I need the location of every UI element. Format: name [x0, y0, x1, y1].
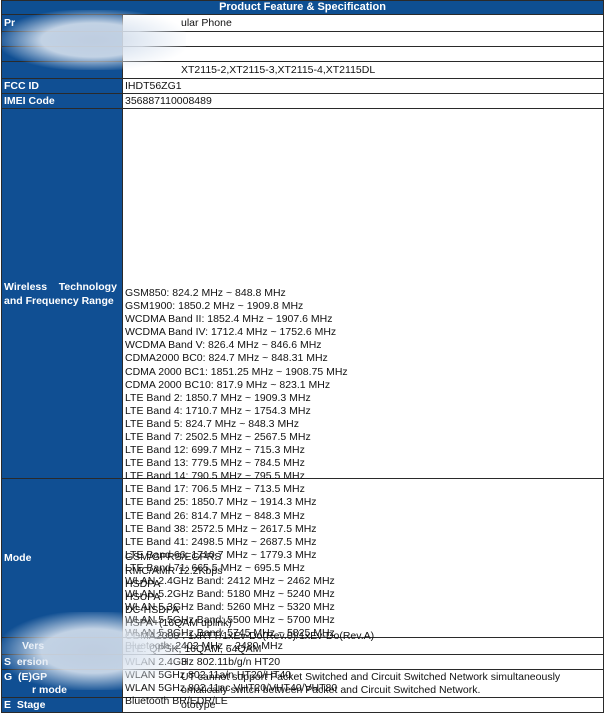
row-imei: IMEI Code 356887110008489 — [1, 93, 604, 109]
value-gprs-line1: UT cannot support Packet Switched and Ci… — [181, 670, 561, 683]
value-gprs-class: UT cannot support Packet Switched and Ci… — [122, 669, 604, 698]
table-title: Product Feature & Specification — [1, 0, 604, 15]
row-model — [1, 46, 604, 62]
wireless-line: LTE Band 4: 1710.7 MHz ~ 1754.3 MHz — [125, 404, 311, 417]
label-product: Pr — [1, 14, 123, 32]
label-model — [1, 46, 123, 62]
label-gprs-line1: G (E)GP — [4, 670, 48, 683]
wireless-line: GSM850: 824.2 MHz ~ 848.8 MHz — [125, 286, 286, 299]
wireless-line: CDMA 2000 BC1: 1851.25 MHz ~ 1908.75 MHz — [125, 365, 348, 378]
table-header-row: Product Feature & Specification — [1, 0, 604, 15]
row-product: Pr ular Phone — [1, 14, 604, 32]
spec-sheet: Product Feature & Specification Pr ular … — [1, 0, 604, 713]
mode-line: RMC/AMR 12.2Kbps — [125, 564, 223, 577]
label-extended-model — [1, 61, 123, 79]
label-gprs-line2: r mode — [32, 683, 68, 696]
row-brand — [1, 31, 604, 47]
wireless-line: LTE Band 5: 824.7 MHz ~ 848.3 MHz — [125, 417, 300, 430]
row-fcc-id: FCC ID IHDT56ZG1 — [1, 78, 604, 94]
wireless-line: GSM1900: 1850.2 MHz ~ 1909.8 MHz — [125, 300, 304, 313]
wireless-line: LTE Band 7: 2502.5 MHz ~ 2567.5 MHz — [125, 430, 311, 443]
label-imei: IMEI Code — [1, 93, 123, 109]
value-wireless: GSM850: 824.2 MHz ~ 848.8 MHz GSM1900: 18… — [122, 108, 604, 652]
spec-table: Product Feature & Specification Pr ular … — [1, 0, 604, 713]
value-extended-model: XT2115-2,XT2115-3,XT2115-4,XT2115DL — [122, 61, 604, 79]
mode-line: GSM/GPRS/EGPRS — [125, 551, 222, 564]
row-wireless: Wireless Technology and Frequency Range … — [1, 108, 604, 652]
label-eut-stage: E Stage — [1, 697, 123, 713]
mode-line: HSPA+(16QAM uplink) — [125, 616, 232, 629]
wireless-line: LTE Band 13: 779.5 MHz ~ 784.5 MHz — [125, 457, 305, 470]
label-mode: Mode — [1, 478, 123, 638]
label-fcc-id: FCC ID — [1, 78, 123, 94]
row-eut-stage: E Stage ototype — [1, 697, 604, 713]
wireless-line: LTE Band 12: 699.7 MHz ~ 715.3 MHz — [125, 444, 305, 457]
value-fcc-id: IHDT56ZG1 — [122, 78, 604, 94]
value-model — [122, 46, 604, 62]
value-gprs-line2: omatically switch between Packet and Cir… — [181, 683, 481, 696]
label-wireless: Wireless Technology and Frequency Range — [1, 108, 123, 479]
label-gprs-class: G (E)GP r mode — [1, 669, 123, 698]
wireless-line: CDMA 2000 BC10: 817.9 MHz ~ 823.1 MHz — [125, 378, 331, 391]
wireless-line: CDMA2000 BC0: 824.7 MHz ~ 848.31 MHz — [125, 352, 328, 365]
wireless-line: LTE Band 2: 1850.7 MHz ~ 1909.3 MHz — [125, 391, 311, 404]
label-brand — [1, 31, 123, 47]
label-wireless-line1: Wireless Technology — [4, 280, 117, 293]
wireless-line: WCDMA Band V: 826.4 MHz ~ 846.6 MHz — [125, 339, 322, 352]
row-extended-model: XT2115-2,XT2115-3,XT2115-4,XT2115DL — [1, 61, 604, 79]
wireless-line: WCDMA Band II: 1852.4 MHz ~ 1907.6 MHz — [125, 313, 333, 326]
label-sw-version: S ersion — [1, 654, 123, 670]
label-wireless-line2: and Frequency Range — [4, 294, 114, 307]
row-gprs-class: G (E)GP r mode UT cannot support Packet … — [1, 669, 604, 698]
wireless-line: WCDMA Band IV: 1712.4 MHz ~ 1752.6 MHz — [125, 326, 337, 339]
row-sw-version: S ersion 3 — [1, 654, 604, 670]
value-brand — [122, 31, 604, 47]
value-imei: 356887110008489 — [122, 93, 604, 109]
label-hw-version: Vers — [1, 637, 123, 655]
value-product: ular Phone — [122, 14, 604, 32]
value-eut-stage: ototype — [122, 697, 604, 713]
